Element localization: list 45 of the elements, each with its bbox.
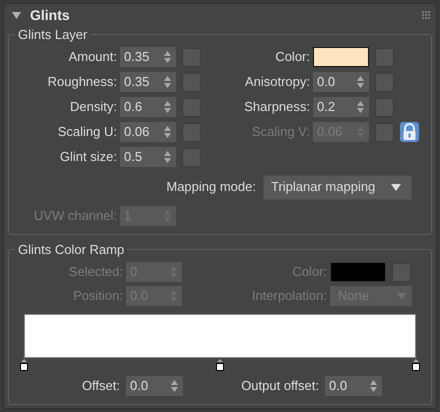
field-label: Interpolation:	[250, 287, 328, 306]
field-label: Mapping mode:	[165, 178, 257, 196]
field-label: UVW channel:	[32, 207, 118, 226]
spinner-field[interactable]: 0.5	[120, 147, 176, 167]
spinner-arrows-icon[interactable]	[370, 380, 377, 392]
field-label: Output offset:	[240, 377, 320, 396]
grip-icon[interactable]	[422, 11, 430, 19]
spinner-arrows-icon[interactable]	[164, 76, 171, 88]
field-label: Position:	[72, 287, 124, 306]
field-label: Glint size:	[58, 148, 118, 166]
field-label: Amount:	[68, 48, 118, 66]
ramp-stop-handle[interactable]	[216, 358, 224, 371]
spinner-field[interactable]: 0.2	[313, 97, 369, 117]
spinner-arrows-icon[interactable]	[171, 380, 178, 392]
field-label: Sharpness:	[243, 98, 311, 116]
field-label: Selected:	[68, 263, 124, 282]
collapse-arrow-icon[interactable]	[12, 12, 21, 18]
rollout-header[interactable]: Glints	[8, 4, 432, 26]
spinner-field[interactable]: 0.0	[313, 72, 369, 92]
field-label: Color:	[274, 48, 311, 66]
field-label: Color:	[291, 263, 328, 282]
spinner-field[interactable]: 0.35	[120, 47, 176, 67]
field-label: Scaling U:	[56, 123, 118, 142]
spinner-field[interactable]: 0.35	[120, 72, 176, 92]
spinner-field[interactable]: 0.0	[126, 376, 183, 396]
field-label: Roughness:	[46, 73, 118, 92]
spinner-field[interactable]: 0.6	[120, 97, 176, 117]
spinner-arrows-icon[interactable]	[164, 101, 171, 113]
field-label: Density:	[69, 98, 118, 116]
spinner-arrows-icon[interactable]	[164, 151, 171, 163]
rollout-title: Glints	[30, 6, 70, 24]
dropdown[interactable]: Triplanar mapping	[263, 174, 412, 200]
spinner-arrows-icon[interactable]	[357, 76, 364, 88]
spinner-arrows-icon[interactable]	[357, 101, 364, 113]
field-label: Offset:	[80, 377, 121, 396]
spinner-arrows-icon[interactable]	[164, 51, 171, 63]
color-swatch[interactable]	[313, 47, 369, 67]
spinner-arrows-icon[interactable]	[164, 126, 171, 138]
spinner-field[interactable]: 0.06	[120, 122, 176, 142]
caret-icon	[391, 184, 401, 190]
field-label: Scaling V:	[250, 123, 311, 142]
ramp-stop-handle[interactable]	[412, 358, 420, 371]
ramp-stop-handle[interactable]	[20, 358, 28, 371]
spinner-field[interactable]: 0.0	[325, 376, 382, 396]
field-label: Anisotropy:	[244, 73, 311, 92]
